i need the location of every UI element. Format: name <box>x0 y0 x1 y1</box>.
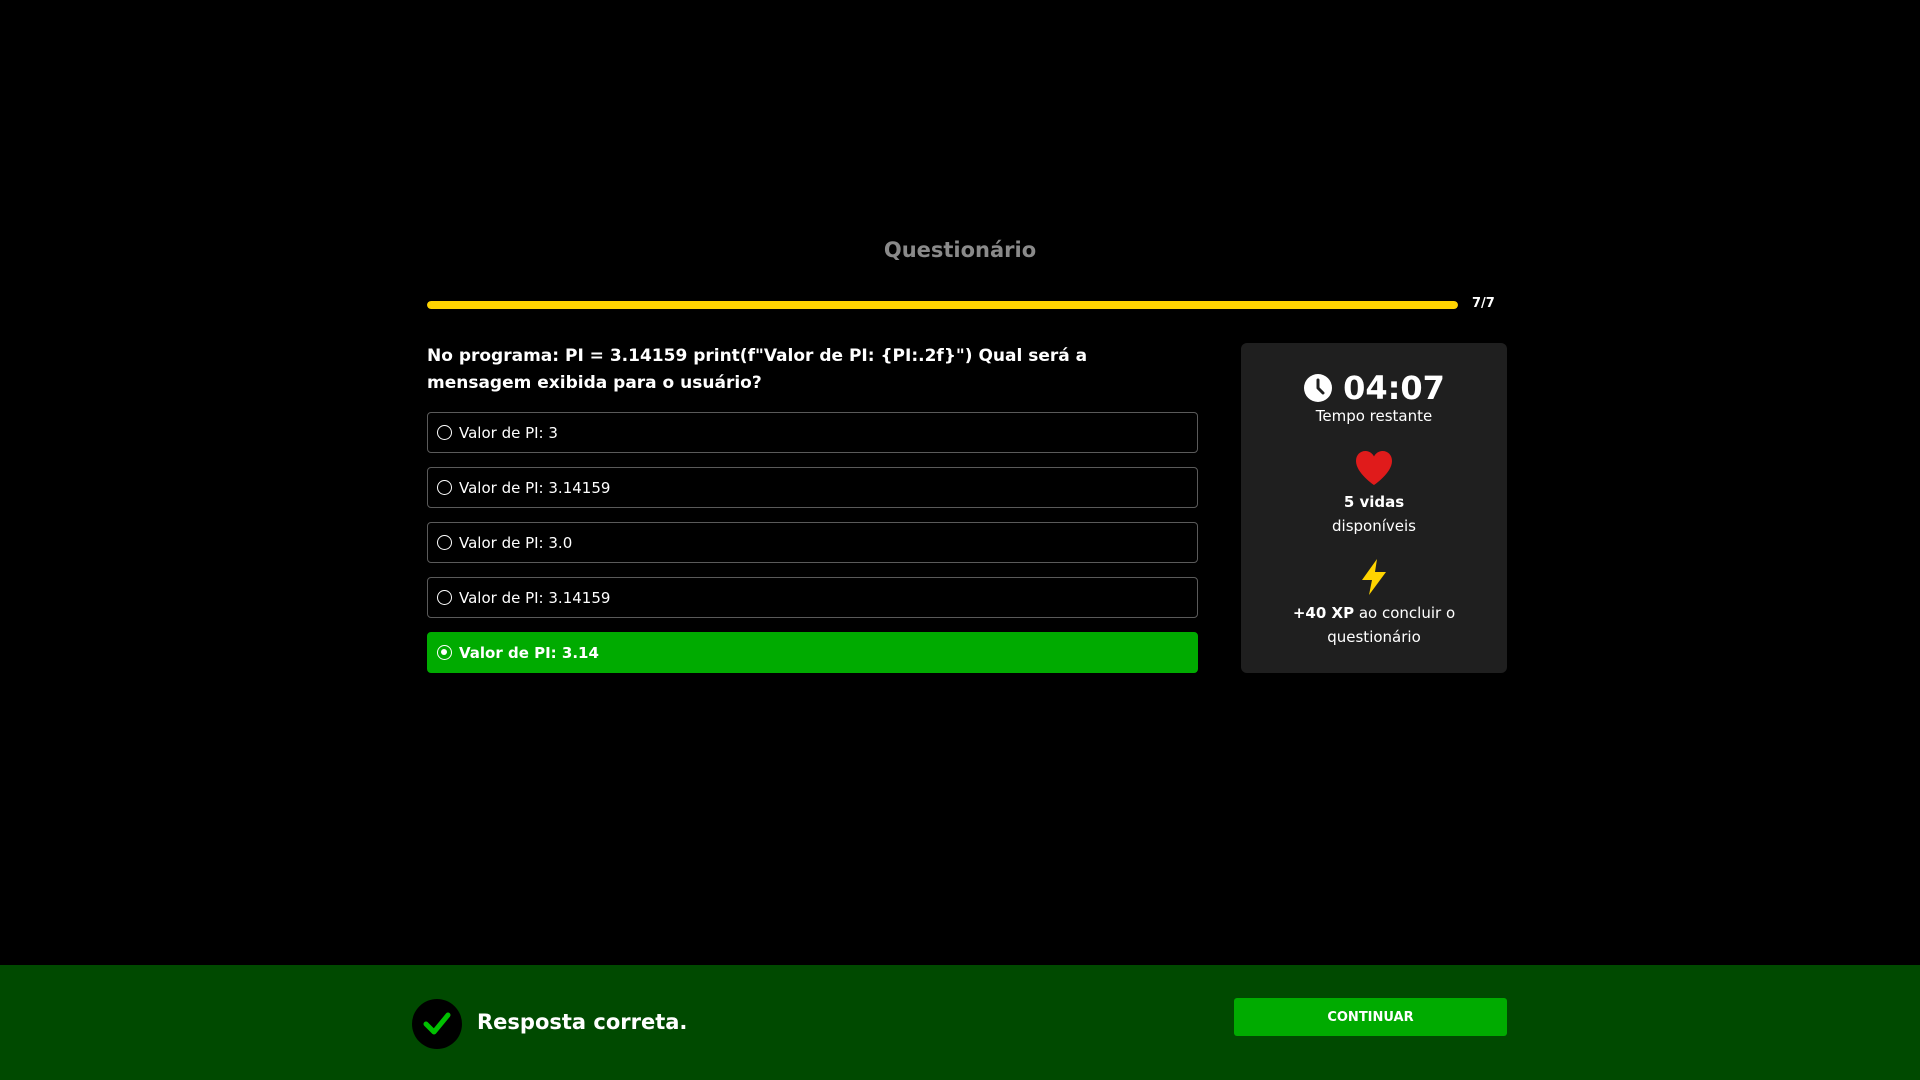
xp-amount: +40 XP <box>1292 604 1355 622</box>
check-badge <box>412 999 462 1049</box>
feedback-bar: Resposta correta. CONTINUAR <box>0 965 1920 1080</box>
quiz-page: Questionário 7/7 No programa: PI = 3.141… <box>0 0 1920 1080</box>
xp-reward: +40 XP ao concluir o questionário <box>1281 601 1467 649</box>
radio-icon[interactable] <box>437 425 452 440</box>
answer-option-label: Valor de PI: 3 <box>459 423 558 442</box>
continue-button[interactable]: CONTINUAR <box>1234 998 1507 1036</box>
answer-option-4[interactable]: Valor de PI: 3.14159 <box>427 577 1198 618</box>
stats-card: 04:07 Tempo restante 5 vidas disponíveis… <box>1241 343 1507 673</box>
progress-label: 7/7 <box>1472 296 1495 311</box>
check-icon <box>423 1012 451 1035</box>
answer-option-label: Valor de PI: 3.14159 <box>459 478 611 497</box>
radio-icon[interactable] <box>437 645 452 660</box>
question-text: No programa: PI = 3.14159 print(f"Valor … <box>427 346 1088 393</box>
radio-icon[interactable] <box>437 480 452 495</box>
radio-icon[interactable] <box>437 590 452 605</box>
page-title: Questionário <box>883 238 1037 262</box>
timer: 04:07 <box>1241 369 1507 407</box>
feedback-message: Resposta correta. <box>477 1010 688 1034</box>
answer-option-2[interactable]: Valor de PI: 3.14159 <box>427 467 1198 508</box>
timer-value: 04:07 <box>1343 369 1445 407</box>
answer-option-1[interactable]: Valor de PI: 3 <box>427 412 1198 453</box>
timer-label: Tempo restante <box>1315 407 1433 425</box>
lives-count: 5 vidas <box>1343 493 1405 511</box>
answer-option-5[interactable]: Valor de PI: 3.14 <box>427 632 1198 673</box>
progress-bar <box>427 301 1458 309</box>
answer-option-3[interactable]: Valor de PI: 3.0 <box>427 522 1198 563</box>
heart-icon <box>1356 451 1392 485</box>
answer-option-label: Valor de PI: 3.14159 <box>459 588 611 607</box>
bolt-icon <box>1362 559 1386 595</box>
progress-fill <box>427 301 1458 309</box>
answer-option-label: Valor de PI: 3.14 <box>459 643 599 662</box>
answer-option-label: Valor de PI: 3.0 <box>459 533 573 552</box>
radio-icon[interactable] <box>437 535 452 550</box>
lives-label: disponíveis <box>1332 517 1416 535</box>
answer-options: Valor de PI: 3 Valor de PI: 3.14159 Valo… <box>427 412 1198 687</box>
clock-icon <box>1304 374 1333 402</box>
